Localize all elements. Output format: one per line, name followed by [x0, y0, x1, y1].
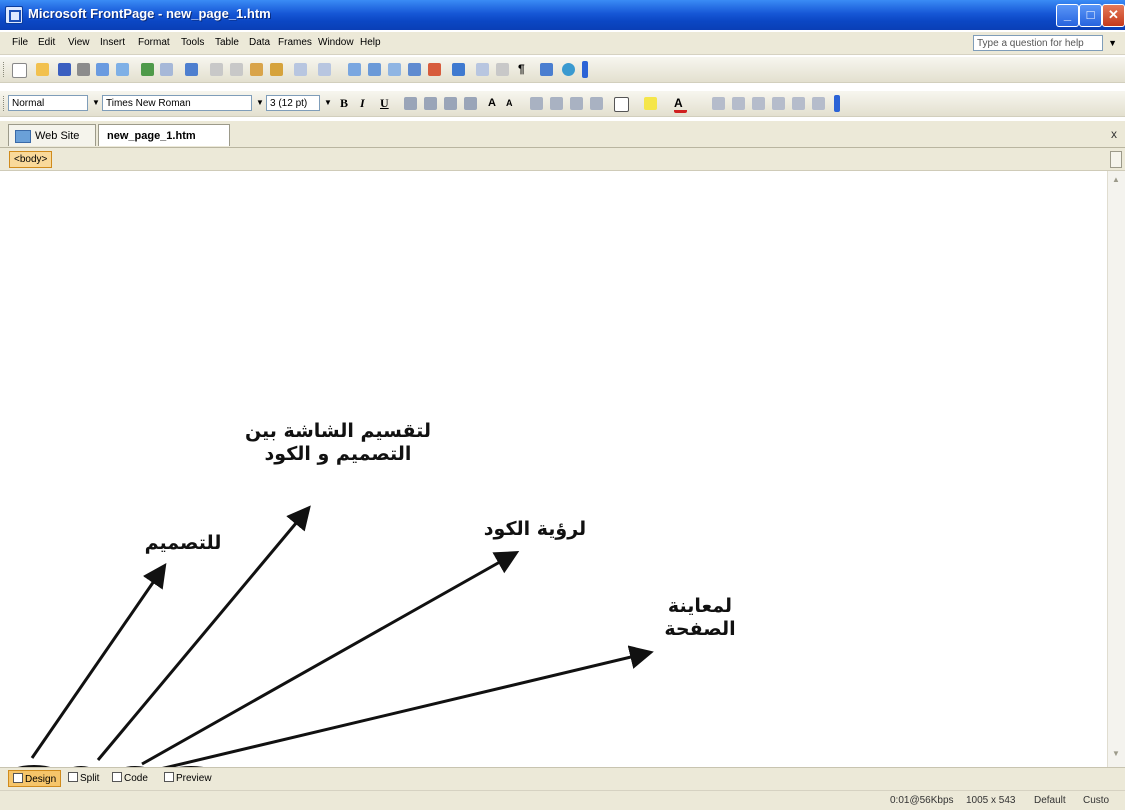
- doctype-status[interactable]: Default: [1034, 795, 1066, 806]
- preview-view-button[interactable]: Preview: [160, 770, 216, 787]
- css-schema-status[interactable]: Custo: [1083, 795, 1109, 806]
- view-switcher-bar: Design Split Code Preview: [0, 767, 1125, 790]
- design-view-button[interactable]: Design: [8, 770, 62, 787]
- preview-view-icon: [164, 772, 174, 782]
- design-view-label: Design: [25, 774, 57, 785]
- split-view-label: Split: [80, 773, 100, 784]
- preview-view-label: Preview: [176, 773, 212, 784]
- arrow-design: [30, 563, 167, 759]
- arrow-split: [96, 505, 311, 761]
- code-view-label: Code: [124, 773, 148, 784]
- design-view-icon: [13, 773, 23, 783]
- annotation-arrows: [4, 505, 654, 791]
- split-view-button[interactable]: Split: [64, 770, 103, 787]
- code-view-button[interactable]: Code: [108, 770, 152, 787]
- status-bar: 0:01@56Kbps 1005 x 543 Default Custo: [0, 790, 1125, 810]
- download-time-status[interactable]: 0:01@56Kbps: [890, 795, 954, 806]
- page-size-status[interactable]: 1005 x 543: [966, 795, 1016, 806]
- arrow-preview: [155, 645, 654, 772]
- code-view-icon: [112, 772, 122, 782]
- split-view-icon: [68, 772, 78, 782]
- arrow-code: [141, 551, 520, 766]
